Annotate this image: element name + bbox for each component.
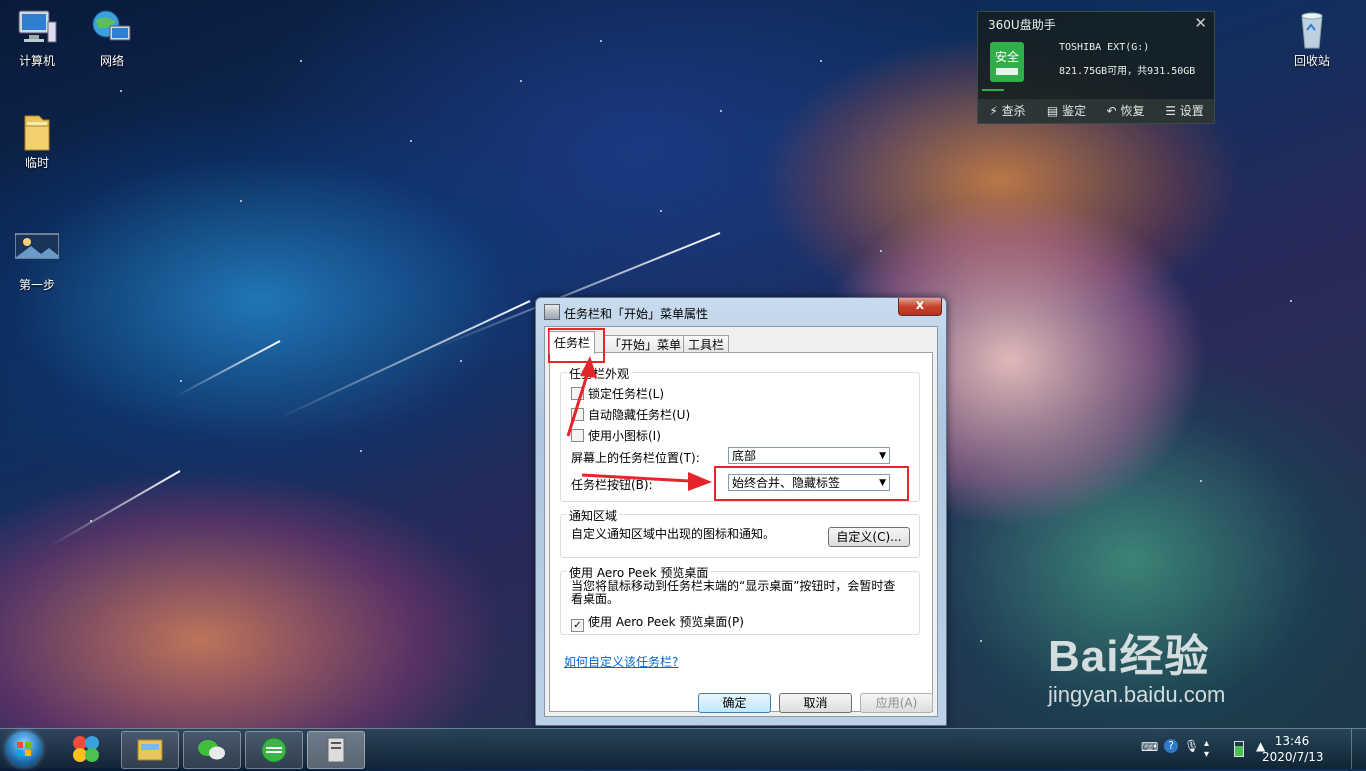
clock-time: 13:46 [1274,734,1310,748]
dialog-title: 任务栏和「开始」菜单属性 [564,307,709,321]
taskbar: ⌨ ? 🎙 ▴ ▾ ▲ 13:46 2020/7/13 [0,728,1366,769]
desktop-icon-temp-folder[interactable]: 临时 [7,110,67,171]
computer-icon [15,8,59,48]
recycle-bin-icon [1290,8,1334,49]
ok-button[interactable]: 确定 [698,693,771,713]
arrow-updown-icon[interactable]: ▴ ▾ [1204,738,1209,760]
desktop-icon-label: 计算机 [18,54,55,68]
watermark-brand: Bai经验 [1048,632,1210,681]
drive-name: TOSHIBA EXT(G:) [1059,42,1150,53]
desktop-icon-network[interactable]: 网络 [82,8,142,69]
small-icons-checkbox[interactable]: 使用小图标(I) [571,427,661,444]
scan-button[interactable]: ⚡ 查杀 [978,99,1037,123]
safe-status: 安全 [994,50,1019,64]
annotation-box-buttons-select [714,466,909,501]
network-globe-icon [90,8,134,48]
show-desktop-button[interactable] [1351,729,1366,769]
taskbar-app-icon [544,304,560,320]
desktop-icon-step-one[interactable]: 第一步 [7,232,67,293]
restore-button[interactable]: ↶ 恢复 [1096,99,1155,123]
taskbar-app-explorer[interactable] [121,731,179,769]
system-tray: ⌨ ? 🎙 ▴ ▾ ▲ [1136,729,1366,769]
image-thumbnail-icon [14,232,60,272]
group-aero-peek: 使用 Aero Peek 预览桌面 当您将鼠标移动到任务栏末端的“显示桌面”按钮… [560,564,920,635]
wechat-icon [198,740,225,760]
taskbar-app-browser[interactable] [245,731,303,769]
taskbar-app-360[interactable] [58,731,114,767]
battery-icon[interactable] [1234,741,1244,757]
check-icon: ✓ [571,619,584,632]
identify-button[interactable]: ▤ 鉴定 [1037,99,1096,123]
menu-icon: ☰ [1165,104,1176,118]
desktop-icon-label: 第一步 [18,278,55,292]
autohide-checkbox[interactable]: 自动隐藏任务栏(U) [571,406,690,423]
usb-drive-icon: 安全 [990,42,1024,82]
usb-helper-title: 360U盘助手 [988,18,1056,32]
taskbar-position-label: 屏幕上的任务栏位置(T): [571,451,700,465]
dropdown-arrow-icon: ▼ [879,451,886,461]
drive-capacity: 821.75GB可用，共931.50GB [1059,66,1196,77]
checkbox-box [571,429,584,442]
taskbar-app-control-panel[interactable] [307,731,365,769]
microphone-icon[interactable]: 🎙 [1184,739,1199,753]
tab-taskbar[interactable]: 任务栏 [549,331,596,354]
keyboard-icon[interactable]: ⌨ [1141,740,1158,754]
folder-icon [137,739,163,761]
folder-icon [15,110,59,151]
browser-icon [261,737,287,763]
usage-bar [982,89,1004,91]
help-customize-taskbar-link[interactable]: 如何自定义该任务栏? [564,653,678,670]
360-safe-icon [73,736,99,762]
cancel-button[interactable]: 取消 [779,693,852,713]
taskbar-buttons-label: 任务栏按钮(B): [571,478,653,492]
lightning-icon: ⚡ [989,104,998,118]
notification-description: 自定义通知区域中出现的图标和通知。 [571,527,776,541]
customize-notifications-button[interactable]: 自定义(C)... [828,527,910,547]
settings-button[interactable]: ☰ 设置 [1155,99,1214,123]
baidu-jingyan-watermark: Bai经验 jingyan.baidu.com [1048,620,1225,708]
group-label: 任务栏外观 [567,365,632,382]
usb-helper-popup: 360U盘助手 ✕ 安全 TOSHIBA EXT(G:) 821.75GB可用，… [977,11,1215,124]
checkbox-box [571,387,584,400]
meteor [275,300,531,421]
watermark-url: jingyan.baidu.com [1048,682,1226,707]
taskbar-app-wechat[interactable] [183,731,241,769]
dialog-close-button[interactable]: x [898,298,942,316]
desktop-icon-label: 回收站 [1293,54,1330,68]
group-label: 通知区域 [567,507,620,524]
usb-helper-actions: ⚡ 查杀 ▤ 鉴定 ↶ 恢复 ☰ 设置 [978,99,1214,123]
group-notification-area: 通知区域 自定义通知区域中出现的图标和通知。 自定义(C)... [560,507,920,558]
meteor [49,470,181,547]
start-button[interactable] [6,731,42,767]
clock[interactable]: 13:46 2020/7/13 [1262,733,1324,765]
drive-icon: ▤ [1046,104,1059,118]
taskbar-position-select[interactable]: 底部 ▼ [728,447,890,464]
desktop-icon-label: 网络 [99,54,124,68]
meteor [173,340,281,399]
desktop-icon-label: 临时 [24,156,49,170]
lock-taskbar-checkbox[interactable]: 锁定任务栏(L) [571,385,664,402]
tab-panel-taskbar: 任务栏外观 锁定任务栏(L) 自动隐藏任务栏(U) 使用小图标(I) 屏幕上的任… [549,352,933,712]
windows-logo-icon [17,742,31,756]
desktop-icon-computer[interactable]: 计算机 [7,8,67,69]
undo-icon: ↶ [1106,104,1117,118]
aero-peek-checkbox[interactable]: ✓ 使用 Aero Peek 预览桌面(P) [571,613,744,632]
close-icon: x [915,298,925,313]
checkbox-box [571,408,584,421]
close-icon[interactable]: ✕ [1194,14,1207,32]
help-icon[interactable]: ? [1164,739,1178,753]
server-icon [327,737,345,763]
aero-peek-description: 当您将鼠标移动到任务栏末端的“显示桌面”按钮时，会暂时查看桌面。 [571,579,896,606]
desktop-icon-recycle-bin[interactable]: 回收站 [1282,8,1342,69]
dialog-body: 任务栏 「开始」菜单 工具栏 任务栏外观 锁定任务栏(L) 自动隐藏任务栏(U)… [544,326,938,717]
apply-button[interactable]: 应用(A) [860,693,933,713]
clock-date: 2020/7/13 [1262,750,1324,764]
